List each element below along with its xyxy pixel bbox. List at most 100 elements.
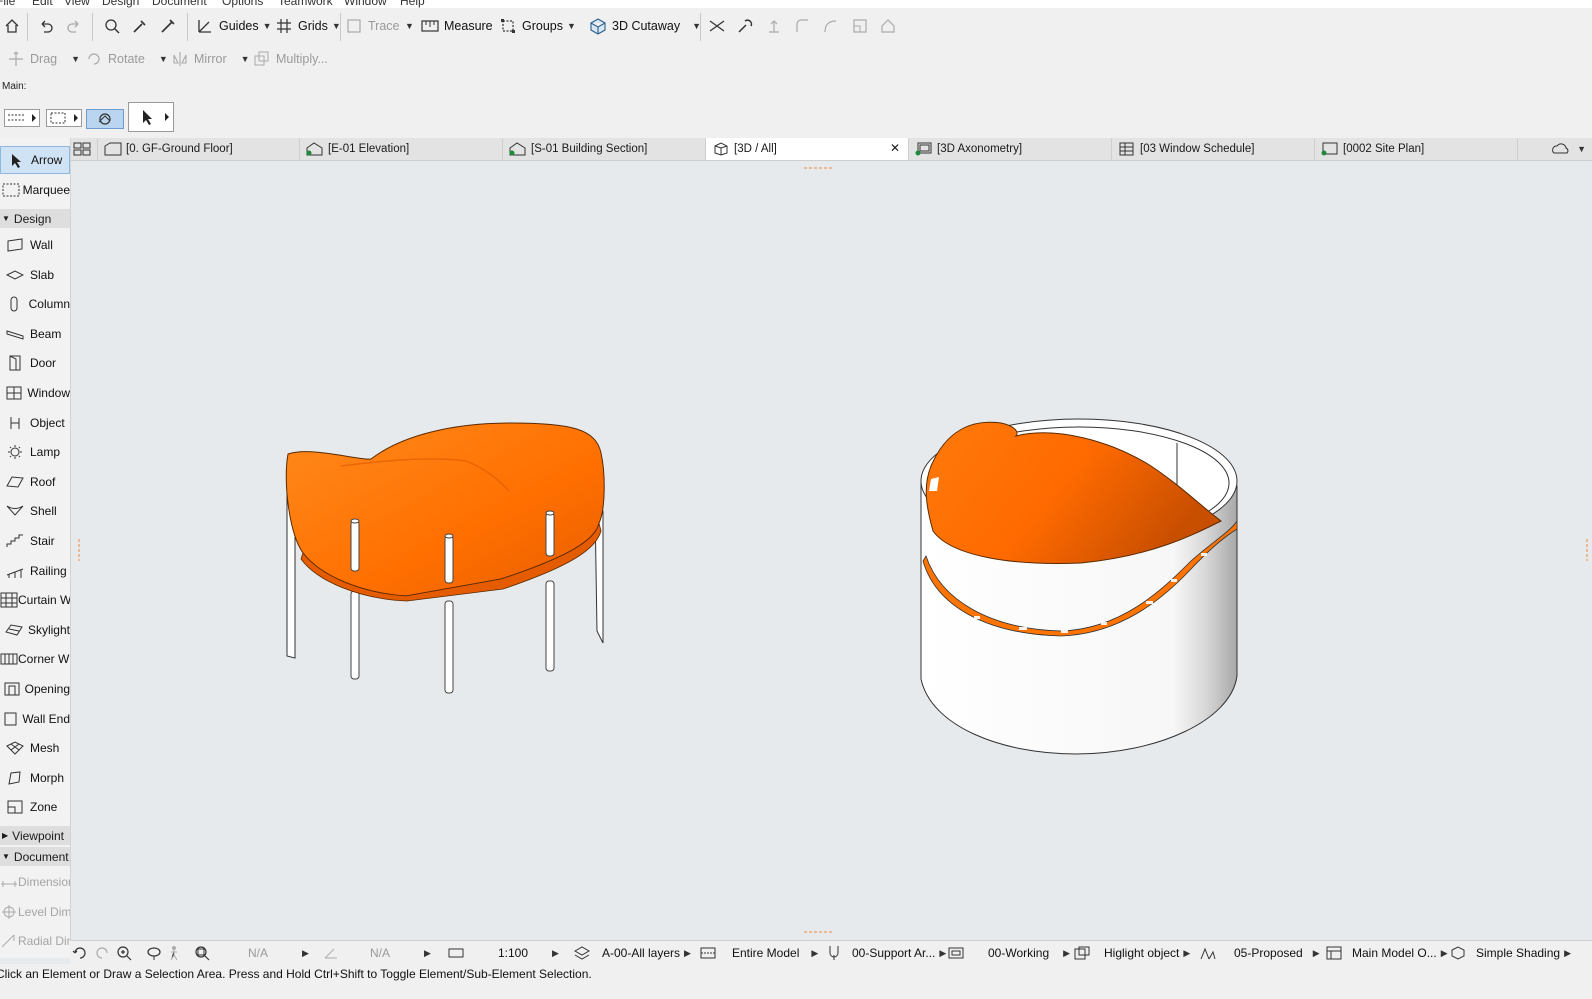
groups-button[interactable]: Groups ▼ (498, 15, 576, 37)
tab-ground-floor[interactable]: [0. GF-Ground Floor] (98, 138, 300, 160)
redo-view-button[interactable] (94, 944, 110, 962)
home-button[interactable] (2, 15, 22, 37)
menu-design[interactable]: Design (102, 0, 139, 8)
pick-up-parameters-button[interactable] (130, 15, 150, 37)
graphic-override[interactable]: Higlight object ▶ (1074, 944, 1190, 962)
close-icon[interactable]: ✕ (890, 141, 900, 155)
rotate-button[interactable]: Rotate ▼ (84, 48, 168, 70)
tool-corner-window[interactable]: Corner Window (0, 645, 70, 673)
chevron-down-icon[interactable]: ▼ (263, 21, 272, 31)
trim-button[interactable] (707, 15, 727, 37)
zoom-value[interactable]: N/A ▶ (248, 944, 309, 962)
tool-wall[interactable]: Wall (0, 231, 70, 259)
multiply-button[interactable]: Multiply... (252, 48, 328, 70)
rotation-angle[interactable]: N/A ▶ (324, 944, 431, 962)
inject-parameters-button[interactable] (158, 15, 178, 37)
tool-marquee[interactable]: Marquee (0, 176, 70, 204)
chevron-down-icon[interactable]: ▼ (567, 21, 576, 31)
tool-opening[interactable]: Opening (0, 675, 70, 703)
selection-method-button[interactable] (4, 109, 40, 127)
trace-button[interactable]: Trace (344, 15, 400, 37)
pen-set[interactable]: 00-Support Ar... ▶ (828, 944, 946, 962)
drag-button[interactable]: Drag ▼ (6, 48, 80, 70)
tool-curtain-wall[interactable]: Curtain Wall (0, 586, 70, 614)
tab-list-menu[interactable]: ▼ (1518, 138, 1592, 160)
tool-object[interactable]: Object (0, 409, 70, 437)
table-model[interactable] (285, 422, 605, 694)
tool-mesh[interactable]: Mesh (0, 734, 70, 762)
grids-button[interactable]: Grids ▼ (274, 15, 341, 37)
model-filter[interactable]: Entire Model ▶ (700, 944, 818, 962)
chevron-down-icon[interactable]: ▼ (159, 54, 168, 64)
resize-button[interactable] (850, 15, 870, 37)
menu-edit[interactable]: Edit (32, 0, 53, 8)
tool-slab[interactable]: Slab (0, 261, 70, 289)
trace-dropdown[interactable]: ▼ (405, 15, 414, 37)
menu-help[interactable]: Help (400, 0, 425, 8)
guides-button[interactable]: Guides ▼ (195, 15, 272, 37)
menu-view[interactable]: View (64, 0, 90, 8)
group-viewpoint[interactable]: ▶ Viewpoint (0, 826, 70, 845)
tool-shell[interactable]: Shell (0, 497, 70, 525)
tool-radial-dimension[interactable]: Radial Dimension (0, 927, 70, 955)
elevate-button[interactable] (764, 15, 784, 37)
undo-button[interactable] (36, 15, 56, 37)
tool-arrow[interactable]: Arrow (0, 146, 70, 174)
redo-button[interactable] (64, 15, 84, 37)
tool-skylight[interactable]: Skylight (0, 616, 70, 644)
adjust-button[interactable] (735, 15, 755, 37)
tool-window[interactable]: Window (0, 379, 70, 407)
tool-morph[interactable]: Morph (0, 764, 70, 792)
orbit-button[interactable] (86, 109, 124, 129)
tab-site-plan[interactable]: [0002 Site Plan] (1315, 138, 1518, 160)
tool-lamp[interactable]: Lamp (0, 438, 70, 466)
menu-file[interactable]: File (0, 0, 15, 8)
curve-edge-button[interactable] (820, 15, 840, 37)
tool-column[interactable]: Column (0, 290, 70, 318)
tool-door[interactable]: Door (0, 349, 70, 377)
tab-elevation[interactable]: [E-01 Elevation] (300, 138, 503, 160)
roof-shape-button[interactable] (878, 15, 898, 37)
menu-window[interactable]: Window (344, 0, 387, 8)
tool-beam[interactable]: Beam (0, 320, 70, 348)
cylinder-model[interactable] (920, 418, 1238, 755)
3d-viewport[interactable] (71, 161, 1592, 940)
rotate-view-button[interactable] (72, 944, 88, 962)
chevron-down-icon[interactable]: ▼ (71, 54, 80, 64)
tool-level-dimension[interactable]: Level Dimension (0, 898, 70, 926)
group-design[interactable]: ▼ Design (0, 209, 70, 228)
group-document[interactable]: ▼ Document (0, 847, 70, 866)
fillet-button[interactable] (792, 15, 812, 37)
tab-window-schedule[interactable]: [03 Window Schedule] (1112, 138, 1315, 160)
tab-navigator-button[interactable] (70, 138, 98, 160)
mirror-button[interactable]: Mirror ▼ (170, 48, 250, 70)
measure-button[interactable]: Measure (420, 15, 493, 37)
menu-teamwork[interactable]: Teamwork (278, 0, 333, 8)
tab-3d-all[interactable]: [3D / All] ✕ (706, 138, 909, 160)
tool-roof[interactable]: Roof (0, 468, 70, 496)
tool-zone[interactable]: Zone (0, 793, 70, 821)
find-select-button[interactable] (102, 15, 122, 37)
3d-cutaway-button[interactable]: 3D Cutaway ▼ (588, 15, 701, 37)
structural-function[interactable]: Main Model O... ▶ (1326, 944, 1448, 962)
walk-button[interactable] (168, 944, 180, 962)
tool-wall-end[interactable]: Wall End (0, 705, 70, 733)
chevron-down-icon[interactable]: ▼ (241, 54, 250, 64)
layer-combination[interactable]: A-00-All layers ▶ (574, 944, 691, 962)
renovation-filter[interactable]: 05-Proposed ▶ (1200, 944, 1320, 962)
tab-3d-axonometry[interactable]: [3D Axonometry] (909, 138, 1112, 160)
model-view-options[interactable]: 00-Working ▶ (948, 944, 1070, 962)
fit-in-window-button[interactable] (194, 944, 210, 962)
orbit-view-button[interactable] (146, 944, 162, 962)
menu-document[interactable]: Document (152, 0, 207, 8)
tool-railing[interactable]: Railing (0, 557, 70, 585)
zoom-in-button[interactable] (116, 944, 132, 962)
pointer-mode-button[interactable] (128, 102, 174, 132)
menu-options[interactable]: Options (222, 0, 263, 8)
scale-control[interactable]: 1:100 ▶ (448, 944, 559, 962)
3d-style[interactable]: Simple Shading ▶ (1450, 944, 1571, 962)
tool-dimension[interactable]: Dimension (0, 868, 70, 896)
tool-stair[interactable]: Stair (0, 527, 70, 555)
marquee-shape-button[interactable] (46, 109, 82, 127)
tab-building-section[interactable]: [S-01 Building Section] (503, 138, 706, 160)
